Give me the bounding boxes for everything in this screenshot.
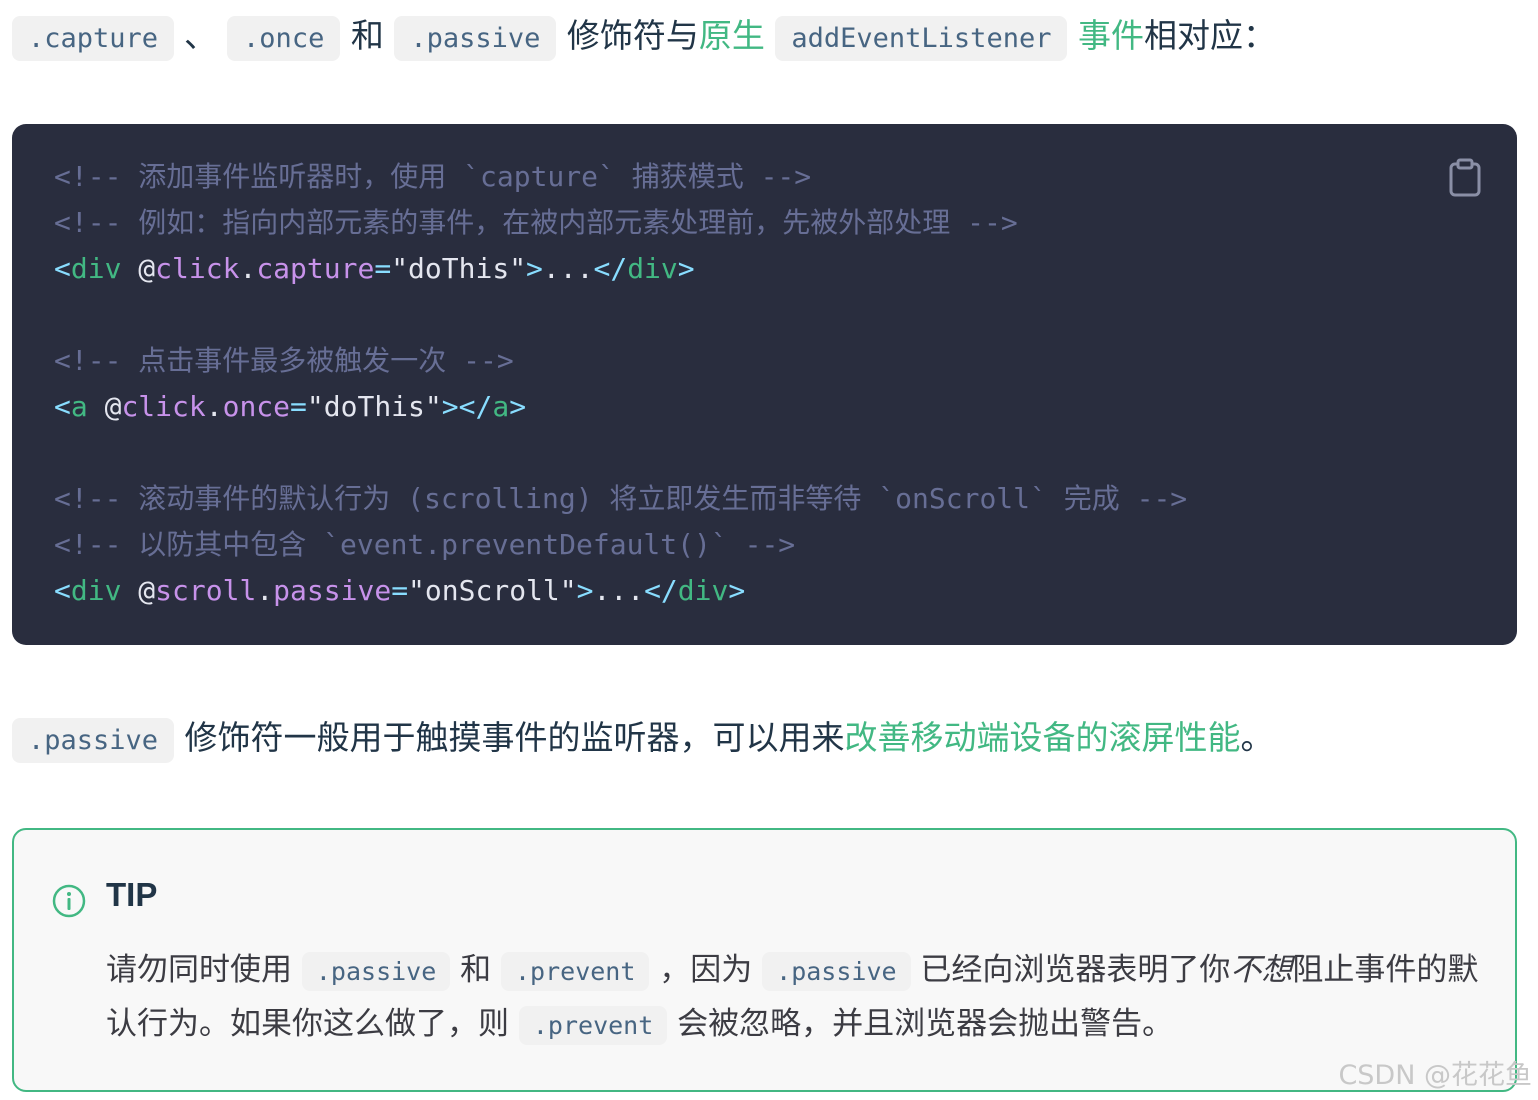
code-at: @ bbox=[121, 574, 156, 607]
inline-code-passive: .passive bbox=[301, 952, 451, 991]
intro-text: 修饰符与 bbox=[566, 16, 699, 55]
code-attr: scroll bbox=[155, 574, 257, 607]
tip-text: 已经向浏览器表明了你 bbox=[920, 952, 1231, 988]
inline-code-passive: .passive bbox=[762, 952, 911, 991]
code-dot: . bbox=[205, 390, 223, 423]
code-line-8: <!-- 滚动事件的默认行为 (scrolling) 将立即发生而非等待 `on… bbox=[54, 476, 1187, 522]
tip-text: 和 bbox=[460, 952, 492, 988]
code-line-2: <!-- 例如：指向内部元素的事件，在被内部元素处理前，先被外部处理 --> bbox=[54, 200, 1187, 246]
code-tag: div bbox=[70, 574, 122, 607]
code-comment: <!-- 点击事件最多被触发一次 --> bbox=[54, 344, 514, 377]
code-comment: <!-- 滚动事件的默认行为 (scrolling) 将立即发生而非等待 `on… bbox=[54, 482, 1188, 515]
code-punct: > bbox=[526, 252, 543, 285]
code-content: ... bbox=[593, 574, 645, 607]
tip-title: TIP bbox=[106, 876, 158, 913]
code-punct: > bbox=[509, 390, 527, 423]
code-comment: <!-- 以防其中包含 `event.preventDefault()` --> bbox=[54, 528, 796, 561]
code-dot: . bbox=[256, 574, 274, 607]
code-tag: div bbox=[627, 252, 678, 285]
passive-text: 修饰符一般用于触摸事件的监听器，可以用来 bbox=[184, 718, 845, 757]
code-line-5: <!-- 点击事件最多被触发一次 --> bbox=[54, 338, 1187, 384]
tip-text: 请勿同时使用 bbox=[106, 952, 292, 988]
event-link[interactable]: 事件 bbox=[1078, 16, 1144, 55]
inline-code-once: .once bbox=[227, 16, 341, 61]
inline-code-passive: .passive bbox=[12, 718, 175, 763]
inline-code-addeventlistener: addEventListener bbox=[775, 16, 1068, 61]
separator: 、 bbox=[184, 16, 218, 55]
code-lines: <!-- 添加事件监听器时，使用 `capture` 捕获模式 --> <!-- … bbox=[54, 154, 1187, 614]
code-punct: </ bbox=[593, 252, 628, 285]
code-punct: > bbox=[576, 574, 594, 607]
passive-paragraph: .passive 修饰符一般用于触摸事件的监听器，可以用来改善移动端设备的滚屏性… bbox=[12, 714, 1274, 765]
code-comment: <!-- 添加事件监听器时，使用 `capture` 捕获模式 --> bbox=[54, 160, 812, 193]
code-punct: > bbox=[728, 574, 746, 607]
code-dot: . bbox=[239, 252, 257, 285]
code-modifier: capture bbox=[256, 252, 375, 285]
code-punct: > bbox=[441, 390, 459, 423]
code-line-3: <div @click.capture="doThis">...</div> bbox=[54, 246, 1187, 292]
code-eq: = bbox=[290, 390, 307, 423]
code-eq: = bbox=[391, 574, 409, 607]
code-line-9: <!-- 以防其中包含 `event.preventDefault()` --> bbox=[54, 522, 1187, 568]
intro-paragraph: .capture、 .once 和 .passive 修饰符与原生 addEven… bbox=[12, 12, 1276, 63]
code-string: "onScroll" bbox=[408, 574, 577, 607]
code-at: @ bbox=[121, 252, 156, 285]
inline-code-passive: .passive bbox=[394, 16, 557, 61]
clipboard-icon[interactable] bbox=[1448, 158, 1482, 198]
code-comment: <!-- 例如：指向内部元素的事件，在被内部元素处理前，先被外部处理 --> bbox=[54, 206, 1018, 239]
tip-text: 会被忽略，并且浏览器会抛出警告。 bbox=[677, 1006, 1174, 1042]
and-text: 和 bbox=[350, 16, 384, 55]
code-punct: < bbox=[54, 252, 71, 285]
inline-code-prevent: .prevent bbox=[501, 952, 650, 991]
code-punct: </ bbox=[644, 574, 678, 607]
code-modifier: once bbox=[222, 390, 291, 423]
native-link[interactable]: 原生 bbox=[699, 16, 765, 55]
code-punct: </ bbox=[458, 390, 493, 423]
code-punct: < bbox=[54, 574, 71, 607]
code-attr: click bbox=[121, 390, 206, 423]
code-tag: div bbox=[70, 252, 122, 285]
watermark: CSDN @花花鱼 bbox=[1338, 1060, 1532, 1091]
code-line-6: <a @click.once="doThis"></a> bbox=[54, 384, 1187, 430]
code-punct: < bbox=[54, 390, 71, 423]
code-string: "doThis" bbox=[391, 252, 527, 285]
code-attr: click bbox=[155, 252, 240, 285]
info-circle-icon bbox=[52, 884, 86, 918]
code-string: "doThis" bbox=[306, 390, 442, 423]
inline-code-capture: .capture bbox=[12, 16, 175, 61]
code-tag: div bbox=[677, 574, 729, 607]
code-tag: a bbox=[70, 390, 88, 423]
code-tag: a bbox=[492, 390, 510, 423]
tip-body: 请勿同时使用 .passive 和 .prevent ，因为 .passive … bbox=[106, 944, 1486, 1052]
code-modifier: passive bbox=[273, 574, 392, 607]
intro-text-end: 相对应： bbox=[1143, 16, 1276, 55]
code-punct: > bbox=[677, 252, 695, 285]
passive-text-end: 。 bbox=[1240, 718, 1274, 757]
tip-emphasis: 不想 bbox=[1230, 952, 1293, 988]
tip-text: ，因为 bbox=[659, 952, 753, 988]
code-eq: = bbox=[374, 252, 392, 285]
code-at: @ bbox=[87, 390, 122, 423]
inline-code-prevent: .prevent bbox=[518, 1006, 668, 1045]
code-line-10: <div @scroll.passive="onScroll">...</div… bbox=[54, 568, 1187, 614]
code-line-1: <!-- 添加事件监听器时，使用 `capture` 捕获模式 --> bbox=[54, 154, 1187, 200]
scroll-performance-link[interactable]: 改善移动端设备的滚屏性能 bbox=[845, 718, 1241, 757]
code-content: ... bbox=[542, 252, 594, 285]
